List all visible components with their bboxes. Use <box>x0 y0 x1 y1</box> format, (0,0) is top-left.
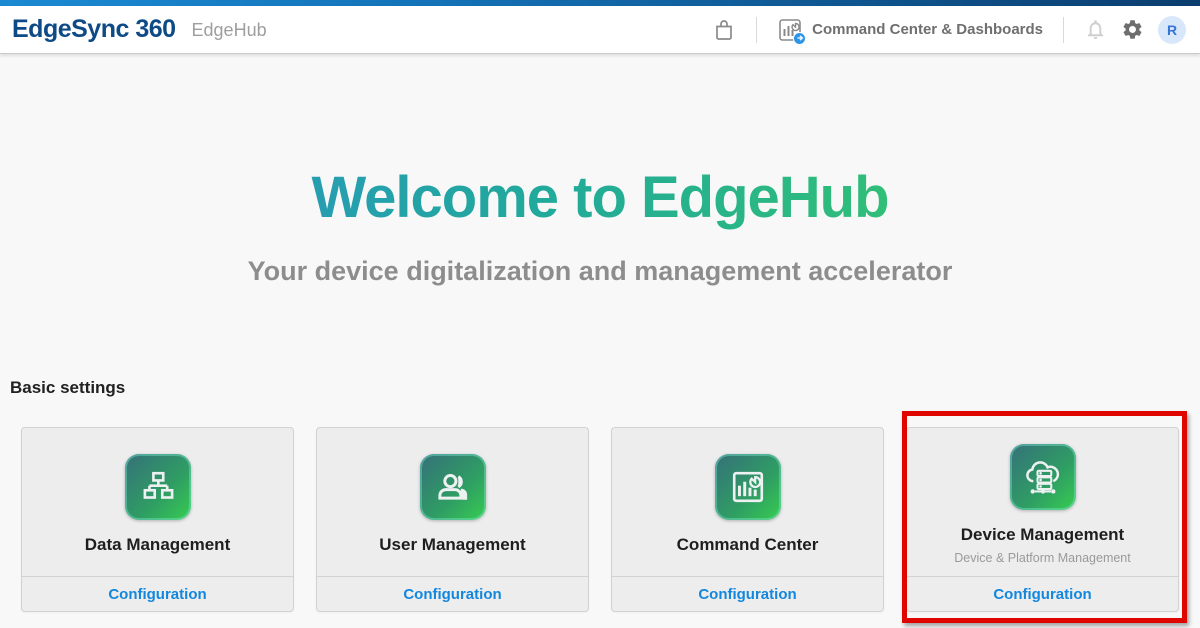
page-subtitle: Your device digitalization and managemen… <box>0 256 1200 287</box>
bell-icon[interactable] <box>1084 18 1107 41</box>
brand-logo[interactable]: EdgeSync 360 <box>12 15 176 44</box>
card-command-center[interactable]: Command Center Configuration <box>611 427 884 612</box>
card-title: Data Management <box>85 535 230 555</box>
cards-row: Data Management Configuration User Manag… <box>21 427 1179 612</box>
chart-icon <box>715 454 781 520</box>
command-center-nav-label: Command Center & Dashboards <box>812 21 1043 38</box>
card-data-management[interactable]: Data Management Configuration <box>21 427 294 612</box>
shopping-bag-icon[interactable] <box>712 18 736 42</box>
product-name: EdgeHub <box>192 20 267 41</box>
gear-icon[interactable] <box>1121 18 1144 41</box>
configuration-link[interactable]: Configuration <box>993 586 1091 603</box>
card-title: Device Management <box>961 525 1124 545</box>
card-device-management[interactable]: Device Management Device & Platform Mana… <box>906 427 1179 612</box>
user-avatar[interactable]: R <box>1158 16 1186 44</box>
configuration-link[interactable]: Configuration <box>698 586 796 603</box>
card-subtitle: Device & Platform Management <box>954 551 1130 565</box>
card-title: User Management <box>379 535 525 555</box>
header-actions: Command Center & Dashboards R <box>712 16 1186 44</box>
card-title: Command Center <box>677 535 819 555</box>
configuration-link[interactable]: Configuration <box>108 586 206 603</box>
dashboard-chart-icon <box>777 17 803 43</box>
badge-arrow-icon <box>793 32 806 45</box>
sitemap-icon <box>125 454 191 520</box>
command-center-nav[interactable]: Command Center & Dashboards <box>777 17 1043 43</box>
header-divider <box>756 17 757 43</box>
section-label: Basic settings <box>10 378 125 398</box>
cloud-server-icon <box>1010 444 1076 510</box>
card-user-management[interactable]: User Management Configuration <box>316 427 589 612</box>
configuration-link[interactable]: Configuration <box>403 586 501 603</box>
header-divider <box>1063 17 1064 43</box>
users-icon <box>420 454 486 520</box>
app-header: EdgeSync 360 EdgeHub <box>0 6 1200 54</box>
page-title: Welcome to EdgeHub <box>0 164 1200 231</box>
